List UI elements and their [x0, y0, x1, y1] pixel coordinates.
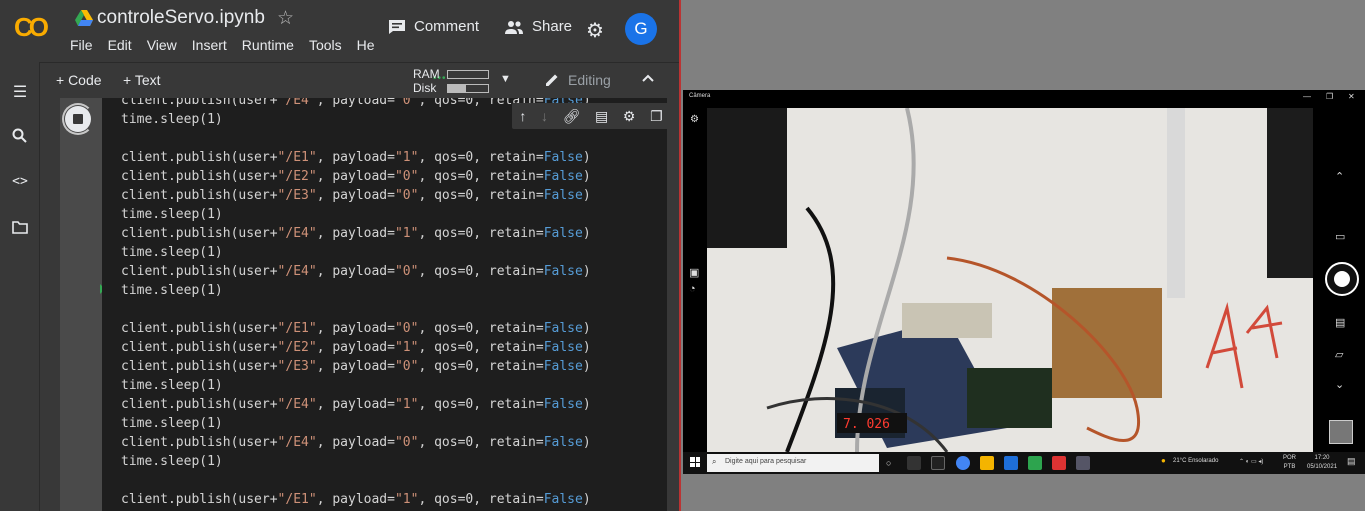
take-photo-button[interactable]	[1325, 262, 1359, 296]
settings-gear-icon[interactable]: ⚙	[586, 18, 604, 43]
weather-text[interactable]: 21°C Ensolarado	[1173, 458, 1218, 464]
star-icon[interactable]: ☆	[277, 7, 294, 30]
minimize-button[interactable]: —	[1303, 92, 1311, 101]
camera-window: Câmera — ❐ ✕ ⚙ ▣ ◔ 7. 026 ⌃ ▭ ▤ ▱ ⌄ ⌕ Di…	[683, 90, 1365, 474]
menu-file[interactable]: File	[70, 37, 93, 53]
google-drive-icon	[75, 10, 93, 26]
clock-date: 05/10/2021	[1307, 464, 1338, 470]
colab-logo-icon[interactable]: CO	[14, 14, 58, 40]
ram-meter	[447, 70, 489, 79]
avatar[interactable]: G	[625, 13, 657, 45]
menu-runtime[interactable]: Runtime	[242, 37, 294, 53]
editing-label: Editing	[568, 72, 611, 88]
taskbar-app-icon-4[interactable]	[1052, 456, 1066, 470]
comment-icon	[389, 19, 405, 34]
comment-button[interactable]: Comment	[388, 18, 479, 35]
resources-dropdown-icon[interactable]: ▼	[500, 73, 511, 85]
add-text-button[interactable]: + Text	[123, 72, 161, 88]
notifications-icon[interactable]: ▤	[1347, 456, 1356, 467]
share-button[interactable]: Share	[504, 18, 572, 35]
code-editor[interactable]: client.publish(user+"/E4", payload="0", …	[102, 98, 667, 511]
notebook-toolbar: + Code + Text ••• RAM Disk ▼ Editing	[40, 62, 679, 98]
windows-taskbar: ⌕ Digite aqui para pesquisar ○ ● 21°C En…	[683, 452, 1365, 474]
pencil-icon	[546, 74, 558, 86]
last-photo-thumbnail[interactable]	[1329, 420, 1353, 444]
code-text[interactable]: client.publish(user+"/E4", payload="0", …	[121, 98, 591, 509]
chevron-up-icon[interactable]	[641, 69, 655, 90]
photo-mode-icon[interactable]: ▤	[1335, 316, 1345, 329]
maximize-button[interactable]: ❐	[1326, 92, 1333, 101]
taskbar-app-icon-2[interactable]	[1004, 456, 1018, 470]
taskbar-app-icon-1[interactable]	[907, 456, 921, 470]
taskbar-camera-app-icon[interactable]	[1076, 456, 1090, 470]
seven-segment-display: 7. 026	[843, 417, 890, 432]
menu-insert[interactable]: Insert	[192, 37, 227, 53]
taskbar-search-box[interactable]: ⌕ Digite aqui para pesquisar	[707, 454, 879, 472]
notebook-title[interactable]: controleServo.ipynb	[97, 7, 265, 29]
disk-label: Disk	[413, 81, 437, 95]
stop-cell-button[interactable]	[65, 106, 91, 132]
weather-sun-icon: ●	[1161, 456, 1166, 465]
link-icon[interactable]: 🔗︎	[563, 108, 581, 125]
camera-preview-image: 7. 026	[707, 108, 1313, 452]
cell-gutter	[60, 98, 102, 511]
code-snippets-icon[interactable]: <>	[10, 174, 30, 194]
close-button[interactable]: ✕	[1348, 92, 1355, 101]
document-mode-icon[interactable]: ▱	[1335, 348, 1343, 361]
editing-mode-button[interactable]: Editing	[544, 72, 611, 88]
cell-settings-gear-icon[interactable]: ⚙	[623, 108, 636, 125]
colab-header: CO controleServo.ipynb ☆ File Edit View …	[0, 0, 679, 62]
ram-disk-indicator[interactable]: RAM Disk	[413, 67, 440, 95]
taskbar-app-icon-3[interactable]	[1028, 456, 1042, 470]
comment-label: Comment	[414, 18, 480, 35]
camera-window-title: Câmera	[689, 93, 711, 99]
hdr-icon[interactable]: ▣	[689, 266, 699, 279]
cell-toolbar: ↑ ↓ 🔗︎ ▤ ⚙ ❐	[512, 103, 670, 129]
colab-window: CO controleServo.ipynb ☆ File Edit View …	[0, 0, 681, 511]
people-icon	[505, 20, 523, 34]
taskbar-search-placeholder: Digite aqui para pesquisar	[725, 458, 807, 465]
camera-settings-gear-icon[interactable]: ⚙	[690, 114, 699, 125]
taskbar-folder-icon[interactable]	[980, 456, 994, 470]
timer-icon[interactable]: ◔	[689, 283, 696, 295]
share-label: Share	[532, 18, 573, 35]
table-of-contents-icon[interactable]: ☰	[10, 82, 30, 102]
taskbar-terminal-icon[interactable]	[931, 456, 945, 470]
move-cell-up-icon[interactable]: ↑	[519, 108, 526, 124]
search-icon[interactable]	[10, 128, 30, 148]
menu-edit[interactable]: Edit	[108, 37, 132, 53]
system-tray-icons[interactable]: ⌃ ◐ ▭ ◂)	[1239, 458, 1263, 465]
left-sidebar: ☰ <>	[0, 62, 40, 511]
clock-time: 17:20	[1314, 455, 1330, 461]
video-mode-icon[interactable]: ▭	[1335, 230, 1345, 243]
colab-logo-text: CO	[14, 14, 49, 40]
language-indicator[interactable]: POR PTB	[1283, 454, 1296, 472]
language-top: POR	[1283, 455, 1297, 461]
move-cell-down-icon[interactable]: ↓	[541, 108, 548, 124]
taskbar-clock[interactable]: 17:20 05/10/2021	[1307, 454, 1337, 472]
menu-view[interactable]: View	[147, 37, 177, 53]
disk-meter	[447, 84, 489, 93]
menu-help[interactable]: He	[357, 37, 375, 53]
folder-icon[interactable]	[10, 220, 30, 240]
camera-chevron-up-icon[interactable]: ⌃	[1335, 170, 1344, 183]
add-code-button[interactable]: + Code	[56, 72, 102, 88]
disk-meter-fill	[448, 85, 466, 92]
menu-tools[interactable]: Tools	[309, 37, 342, 53]
camera-chevron-down-icon[interactable]: ⌄	[1335, 378, 1344, 391]
camera-preview: 7. 026	[707, 108, 1313, 452]
task-view-icon[interactable]: ○	[886, 458, 891, 468]
mirror-cell-icon[interactable]: ❐	[650, 108, 663, 125]
language-bottom: PTB	[1283, 464, 1296, 470]
vertical-scrollbar[interactable]	[669, 98, 679, 511]
taskbar-chrome-icon[interactable]	[956, 456, 970, 470]
menu-bar: File Edit View Insert Runtime Tools He	[70, 37, 375, 53]
comment-cell-icon[interactable]: ▤	[595, 108, 608, 125]
windows-start-icon[interactable]	[690, 457, 700, 467]
ram-label: RAM	[413, 67, 440, 81]
taskbar-search-icon: ⌕	[712, 457, 717, 466]
notebook-cell: client.publish(user+"/E4", payload="0", …	[40, 98, 679, 511]
